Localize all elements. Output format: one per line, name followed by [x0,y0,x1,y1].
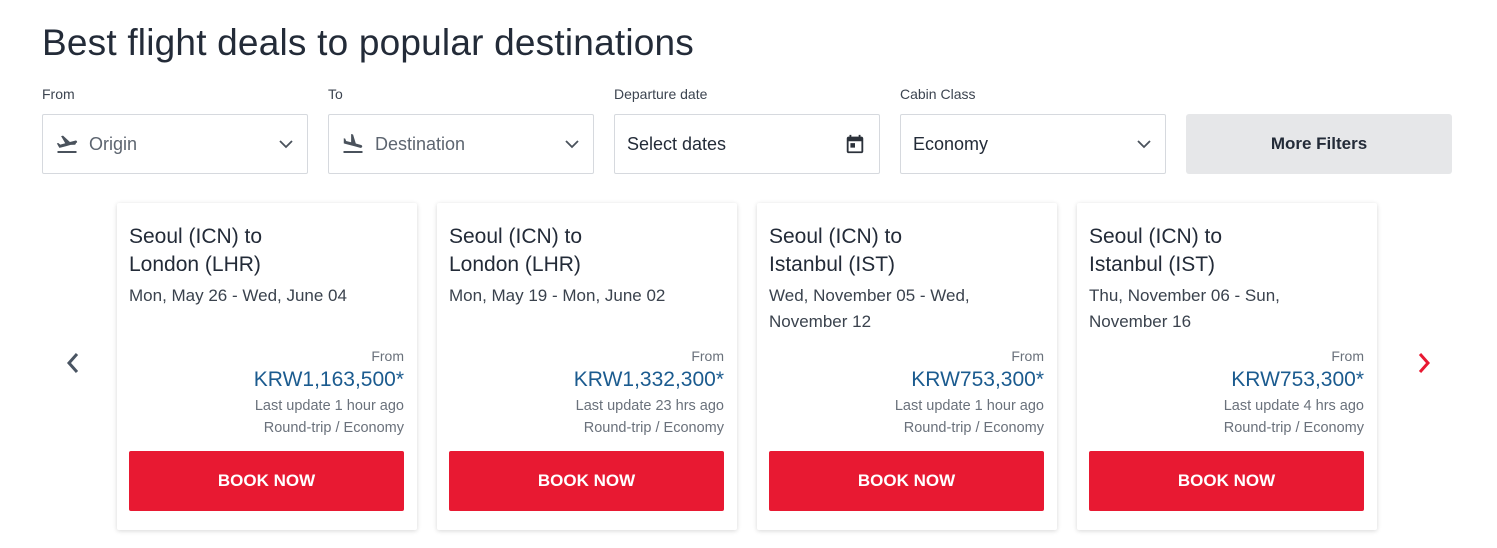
cabin-class-value: Economy [913,133,989,154]
plane-landing-icon [341,132,365,156]
deal-trip-type: Round-trip / Economy [583,420,724,436]
more-filters-button[interactable]: More Filters [1186,114,1452,174]
deal-route-origin: Seoul (ICN) to [769,225,903,248]
deal-last-update: Last update 4 hrs ago [1223,398,1364,414]
deal-route-origin: Seoul (ICN) to [449,225,583,248]
deal-route-destination: Istanbul (IST) [769,253,896,276]
from-label: From [42,86,75,102]
book-now-button[interactable]: BOOK NOW [449,451,724,511]
deal-last-update: Last update 1 hour ago [254,398,404,414]
deal-route: Seoul (ICN) to London (LHR) [449,223,709,279]
departure-date-picker[interactable]: Select dates [614,114,880,174]
deal-card: Seoul (ICN) to Istanbul (IST) Wed, Novem… [757,203,1057,530]
deal-card: Seoul (ICN) to London (LHR) Mon, May 19 … [437,203,737,530]
chevron-left-icon [66,352,80,379]
deal-route-destination: London (LHR) [449,253,581,276]
deal-route-origin: Seoul (ICN) to [129,225,263,248]
origin-select[interactable]: Origin [42,114,308,174]
chevron-down-icon [563,135,581,153]
chevron-right-icon [1417,352,1431,379]
departure-date-label: Departure date [614,86,708,102]
deal-trip-type: Round-trip / Economy [263,420,404,436]
deal-route-origin: Seoul (ICN) to [1089,225,1223,248]
deal-price: KRW753,300* [1231,368,1364,391]
deal-dates: Thu, November 06 - Sun, November 16 [1089,286,1280,331]
book-now-button[interactable]: BOOK NOW [769,451,1044,511]
book-now-button[interactable]: BOOK NOW [1089,451,1364,511]
plane-takeoff-icon [55,132,79,156]
book-now-button[interactable]: BOOK NOW [129,451,404,511]
cabin-class-label: Cabin Class [900,86,976,102]
destination-placeholder: Destination [375,133,466,154]
deal-from-label: From [1011,348,1044,364]
deal-price: KRW1,332,300* [573,368,724,391]
deal-price: KRW1,163,500* [253,368,404,391]
departure-date-value: Select dates [627,133,727,154]
deal-trip-type: Round-trip / Economy [903,420,1044,436]
deal-from-label: From [1331,348,1364,364]
origin-placeholder: Origin [89,133,138,154]
destination-select[interactable]: Destination [328,114,594,174]
page-title: Best flight deals to popular destination… [42,22,694,63]
carousel-next-button[interactable] [1409,350,1439,380]
deal-from-label: From [691,348,724,364]
deal-route: Seoul (ICN) to Istanbul (IST) [769,223,1029,279]
deal-trip-type: Round-trip / Economy [1223,420,1364,436]
calendar-icon [843,132,867,156]
deal-route-destination: Istanbul (IST) [1089,253,1216,276]
carousel-prev-button[interactable] [58,350,88,380]
deal-last-update: Last update 23 hrs ago [575,398,724,414]
deal-last-update: Last update 1 hour ago [894,398,1044,414]
deal-dates: Mon, May 26 - Wed, June 04 [129,286,347,305]
to-label: To [328,86,343,102]
deal-from-label: From [371,348,404,364]
deal-route-destination: London (LHR) [129,253,261,276]
deal-route: Seoul (ICN) to Istanbul (IST) [1089,223,1349,279]
deal-card: Seoul (ICN) to Istanbul (IST) Thu, Novem… [1077,203,1377,530]
cabin-class-select[interactable]: Economy [900,114,1166,174]
deal-card: Seoul (ICN) to London (LHR) Mon, May 26 … [117,203,417,530]
chevron-down-icon [1135,135,1153,153]
deal-dates: Wed, November 05 - Wed, November 12 [769,286,970,331]
deal-route: Seoul (ICN) to London (LHR) [129,223,389,279]
chevron-down-icon [277,135,295,153]
deal-dates: Mon, May 19 - Mon, June 02 [449,286,666,305]
deal-price: KRW753,300* [911,368,1044,391]
